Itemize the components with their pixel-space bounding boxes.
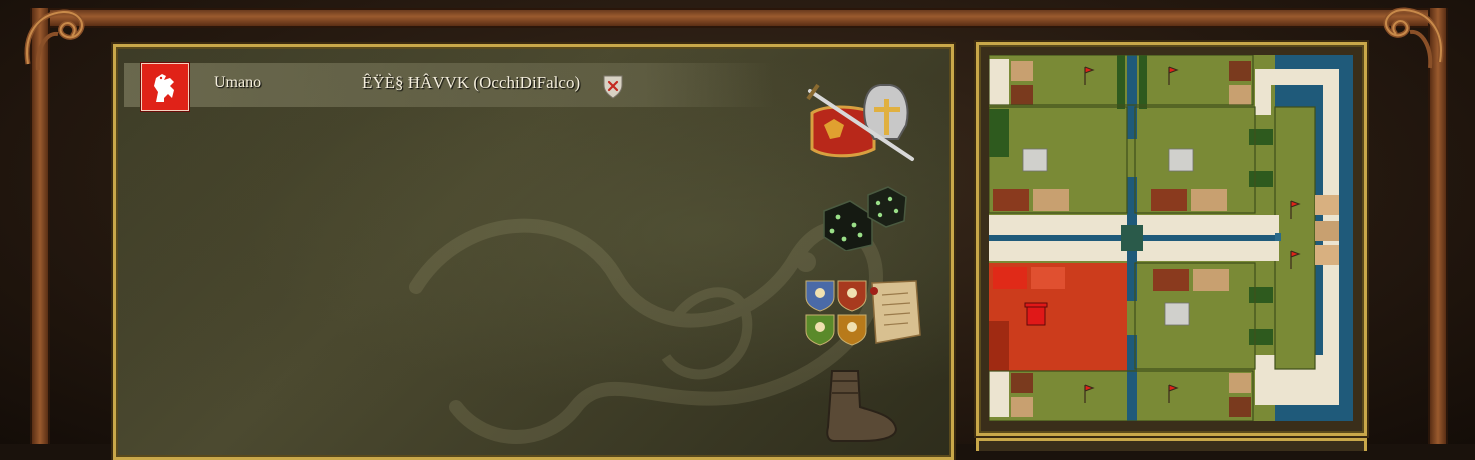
player-color-badge[interactable] bbox=[141, 63, 189, 111]
player-type-label: Umano bbox=[214, 74, 262, 91]
minimap-panel bbox=[976, 42, 1367, 436]
lower-panel-edge bbox=[976, 438, 1367, 451]
lion-rampant-icon bbox=[154, 74, 174, 102]
sword-helmet-icon[interactable] bbox=[804, 79, 924, 167]
team-shields-icon[interactable] bbox=[804, 279, 924, 349]
boot-icon[interactable] bbox=[822, 367, 902, 447]
frame-border-top bbox=[30, 8, 1445, 28]
dice-icon[interactable] bbox=[816, 185, 908, 251]
celtic-knot-icon bbox=[1383, 7, 1444, 69]
lobby-panel: Umano ÊŸÈ§ ĦÂVVK (OcchiDiFalco) bbox=[113, 44, 954, 460]
celtic-knot-icon bbox=[24, 9, 85, 71]
minimap[interactable] bbox=[989, 55, 1353, 421]
player-keep-icon bbox=[1024, 302, 1048, 326]
player-name: ÊŸÈ§ ĦÂVVK (OcchiDiFalco) bbox=[362, 73, 581, 92]
frame-border-right bbox=[1428, 8, 1448, 444]
kick-shield-icon[interactable] bbox=[602, 73, 624, 99]
